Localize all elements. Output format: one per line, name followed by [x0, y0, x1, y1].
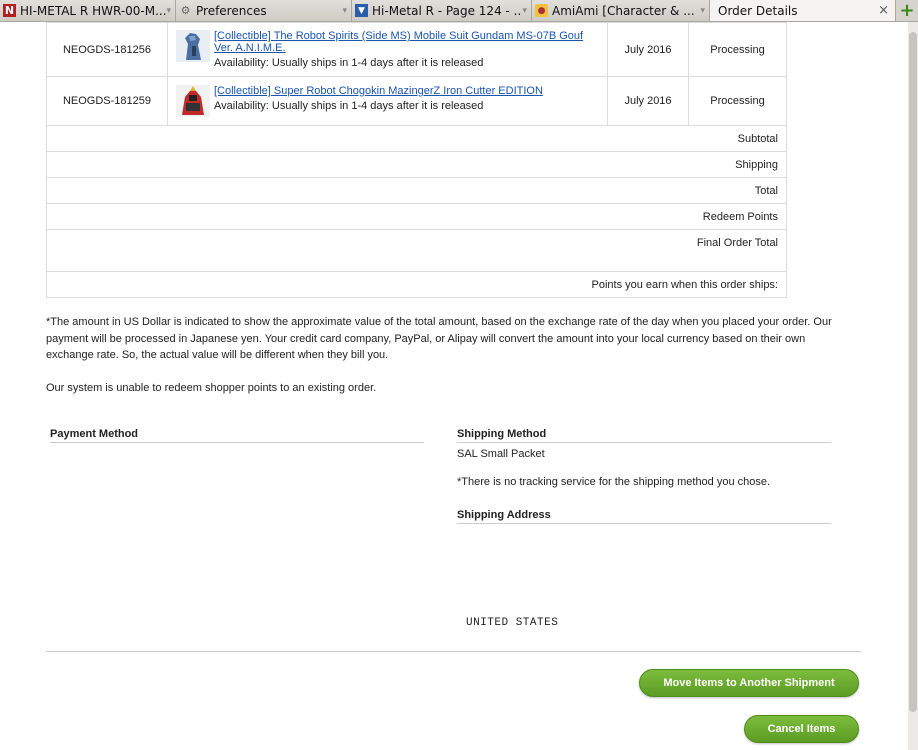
- tab-hi-metal-hwr[interactable]: N HI-METAL R HWR-00-M... ▾: [0, 0, 176, 21]
- summary-row: Shipping: [46, 151, 787, 178]
- browser-tab-bar: N HI-METAL R HWR-00-M... ▾ ⚙ Preferences…: [0, 0, 918, 22]
- chevron-down-icon[interactable]: ▾: [166, 6, 171, 16]
- cancel-items-button[interactable]: Cancel Items: [744, 715, 859, 743]
- availability-text: Availability: Usually ships in 1-4 days …: [214, 100, 484, 112]
- chevron-down-icon[interactable]: ▾: [700, 6, 705, 16]
- summary-row: Subtotal: [46, 125, 787, 152]
- shipping-address-country: UNITED STATES: [466, 617, 559, 629]
- summary-row: Points you earn when this order ships:: [46, 271, 787, 298]
- gear-icon: ⚙: [180, 4, 191, 17]
- shipping-method-heading: Shipping Method: [457, 428, 831, 443]
- payment-method-heading: Payment Method: [50, 428, 424, 443]
- points-earned-label: Points you earn when this order ships:: [46, 271, 787, 298]
- summary-row: Total: [46, 177, 787, 204]
- new-tab-button[interactable]: +: [896, 0, 918, 21]
- final-order-total-label: Final Order Total: [46, 229, 787, 272]
- tab-preferences[interactable]: ⚙ Preferences ▾: [176, 0, 352, 21]
- order-items-table: NEOGDS-181256 [Collectible] The Robot Sp…: [46, 22, 787, 298]
- scrollbar-thumb[interactable]: [909, 32, 917, 712]
- divider: [46, 651, 861, 652]
- item-release-date: July 2016: [607, 22, 689, 77]
- product-link[interactable]: [Collectible] Super Robot Chogokin Mazin…: [214, 85, 543, 97]
- currency-note: *The amount in US Dollar is indicated to…: [46, 316, 832, 361]
- item-description-cell: [Collectible] The Robot Spirits (Side MS…: [167, 22, 608, 77]
- summary-row: Final Order Total: [46, 229, 787, 272]
- item-code: NEOGDS-181259: [46, 76, 168, 126]
- page-scrollbar[interactable]: [908, 22, 918, 750]
- item-description-cell: [Collectible] Super Robot Chogokin Mazin…: [167, 76, 608, 126]
- shipping-method-value: SAL Small Packet: [457, 448, 545, 460]
- total-label: Total: [46, 177, 787, 204]
- item-status: Processing: [688, 22, 787, 77]
- item-release-date: July 2016: [607, 76, 689, 126]
- product-link[interactable]: [Collectible] The Robot Spirits (Side MS…: [214, 30, 583, 42]
- site-favicon-icon: ▼: [355, 4, 368, 17]
- table-row: NEOGDS-181259 [Collectible] Super Robot …: [46, 76, 787, 126]
- chevron-down-icon[interactable]: ▾: [342, 6, 347, 16]
- product-thumbnail-mazinger[interactable]: [176, 85, 210, 117]
- move-items-button[interactable]: Move Items to Another Shipment: [639, 669, 859, 697]
- item-code: NEOGDS-181256: [46, 22, 168, 77]
- redeem-note: Our system is unable to redeem shopper p…: [46, 382, 377, 394]
- availability-text: Availability: Usually ships in 1-4 days …: [214, 57, 484, 69]
- site-favicon-icon: N: [3, 4, 16, 17]
- product-thumbnail-gouf[interactable]: [176, 30, 210, 62]
- close-tab-icon[interactable]: ×: [878, 3, 889, 18]
- subtotal-label: Subtotal: [46, 125, 787, 152]
- shipping-address-heading: Shipping Address: [457, 509, 831, 524]
- plus-icon: +: [899, 0, 915, 21]
- tab-amiami[interactable]: ● AmiAmi [Character & ... ▾: [532, 0, 710, 21]
- table-row: NEOGDS-181256 [Collectible] The Robot Sp…: [46, 22, 787, 77]
- site-favicon-icon: ●: [535, 4, 548, 17]
- tracking-note: *There is no tracking service for the sh…: [457, 476, 771, 488]
- product-link-continued[interactable]: Ver. A.N.I.M.E.: [214, 42, 583, 54]
- shipping-label: Shipping: [46, 151, 787, 178]
- tab-hi-metal-page[interactable]: ▼ Hi-Metal R - Page 124 - ... ▾: [352, 0, 532, 21]
- tab-order-details[interactable]: Order Details ×: [710, 0, 896, 21]
- item-status: Processing: [688, 76, 787, 126]
- redeem-points-label: Redeem Points: [46, 203, 787, 230]
- chevron-down-icon[interactable]: ▾: [522, 6, 527, 16]
- summary-row: Redeem Points: [46, 203, 787, 230]
